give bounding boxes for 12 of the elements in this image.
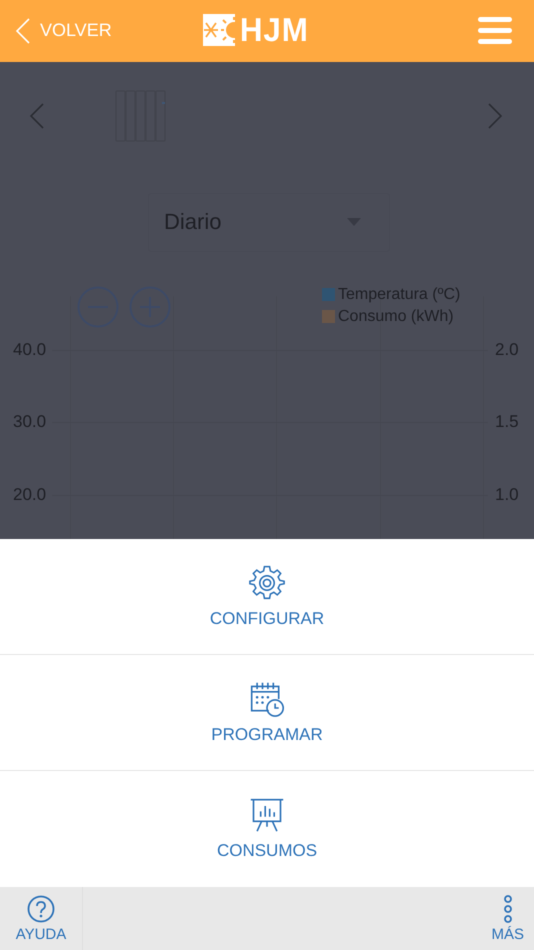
gear-icon	[249, 564, 285, 601]
menu-icon	[478, 16, 512, 45]
presentation-chart-icon	[249, 797, 285, 834]
more-tab[interactable]: MÁS	[481, 887, 534, 950]
calendar-clock-icon	[249, 680, 285, 717]
menu-button[interactable]	[478, 16, 512, 45]
sun-snowflake-icon	[203, 14, 235, 46]
more-icon	[502, 894, 513, 923]
help-tab[interactable]: AYUDA	[0, 887, 83, 950]
back-chevron-icon	[16, 18, 30, 44]
logo-text: HJM	[240, 14, 309, 46]
help-icon	[27, 894, 55, 923]
